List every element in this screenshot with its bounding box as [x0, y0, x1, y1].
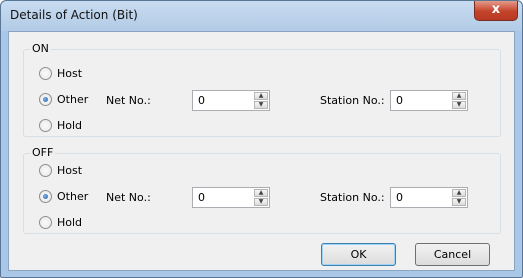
off-net-no-spinbox[interactable]: 0 ▲ ▼ — [192, 187, 270, 208]
off-group-legend: OFF — [30, 146, 56, 159]
on-group-legend: ON — [30, 42, 51, 55]
on-hold-radio[interactable]: Hold — [39, 119, 82, 132]
close-icon: x — [491, 2, 501, 17]
radio-checked-icon — [39, 93, 52, 106]
spin-up-icon[interactable]: ▲ — [254, 189, 268, 197]
spin-down-icon[interactable]: ▼ — [452, 101, 466, 109]
off-other-radio[interactable]: Other — [39, 190, 88, 203]
off-hold-label: Hold — [57, 216, 83, 229]
spin-up-icon[interactable]: ▲ — [452, 92, 466, 100]
off-station-no-value[interactable]: 0 — [396, 191, 403, 204]
on-hold-label: Hold — [57, 119, 83, 132]
off-net-no-label: Net No.: — [106, 191, 151, 204]
radio-unchecked-icon — [39, 119, 52, 132]
on-station-no-label: Station No.: — [320, 94, 385, 107]
spin-up-icon[interactable]: ▲ — [254, 92, 268, 100]
close-button[interactable]: x — [474, 1, 518, 21]
cancel-button[interactable]: Cancel — [415, 243, 490, 266]
spin-buttons: ▲ ▼ — [452, 92, 466, 109]
window-title: Details of Action (Bit) — [10, 8, 138, 22]
title-bar[interactable]: Details of Action (Bit) x — [1, 1, 522, 31]
radio-checked-icon — [39, 190, 52, 203]
spin-down-icon[interactable]: ▼ — [254, 101, 268, 109]
off-station-no-label: Station No.: — [320, 191, 385, 204]
on-station-no-value[interactable]: 0 — [396, 94, 403, 107]
dialog-client-area: ON Host Other Hold Net No.: 0 ▲ ▼ Statio… — [8, 31, 515, 271]
radio-unchecked-icon — [39, 67, 52, 80]
radio-unchecked-icon — [39, 164, 52, 177]
on-net-no-label: Net No.: — [106, 94, 151, 107]
dialog-window: Details of Action (Bit) x ON Host Other … — [0, 0, 523, 278]
on-host-radio[interactable]: Host — [39, 67, 82, 80]
spin-down-icon[interactable]: ▼ — [254, 198, 268, 206]
radio-unchecked-icon — [39, 216, 52, 229]
off-group: OFF Host Other Hold Net No.: 0 ▲ ▼ Stati… — [23, 146, 501, 234]
spin-down-icon[interactable]: ▼ — [452, 198, 466, 206]
off-net-no-value[interactable]: 0 — [198, 191, 205, 204]
on-station-no-spinbox[interactable]: 0 ▲ ▼ — [390, 90, 468, 111]
on-other-label: Other — [57, 93, 89, 106]
on-net-no-spinbox[interactable]: 0 ▲ ▼ — [192, 90, 270, 111]
off-other-label: Other — [57, 190, 89, 203]
off-host-radio[interactable]: Host — [39, 164, 82, 177]
ok-button[interactable]: OK — [321, 243, 396, 266]
on-other-radio[interactable]: Other — [39, 93, 88, 106]
on-group: ON Host Other Hold Net No.: 0 ▲ ▼ Statio… — [23, 42, 501, 137]
spin-buttons: ▲ ▼ — [452, 189, 466, 206]
spin-buttons: ▲ ▼ — [254, 189, 268, 206]
off-hold-radio[interactable]: Hold — [39, 216, 82, 229]
on-net-no-value[interactable]: 0 — [198, 94, 205, 107]
spin-buttons: ▲ ▼ — [254, 92, 268, 109]
on-host-label: Host — [57, 67, 83, 80]
spin-up-icon[interactable]: ▲ — [452, 189, 466, 197]
off-host-label: Host — [57, 164, 83, 177]
off-station-no-spinbox[interactable]: 0 ▲ ▼ — [390, 187, 468, 208]
